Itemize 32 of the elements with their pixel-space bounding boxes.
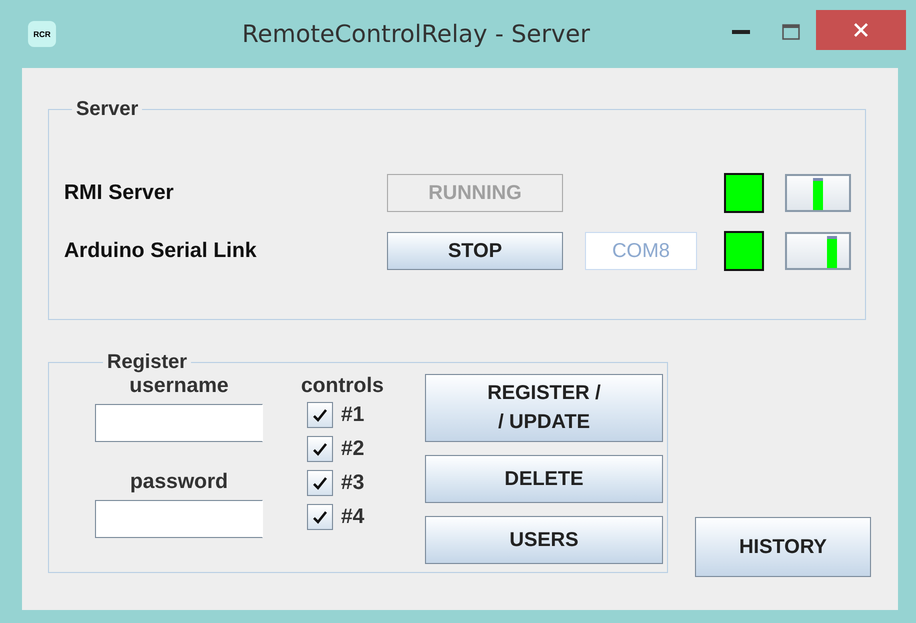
checkbox[interactable] (307, 470, 333, 496)
action-button[interactable]: DELETE (425, 455, 663, 503)
username-field[interactable] (95, 404, 263, 442)
checkbox-label: #3 (341, 471, 364, 495)
checkbox[interactable] (307, 436, 333, 462)
checkbox-label: #2 (341, 437, 364, 461)
close-icon (853, 22, 869, 38)
check-icon (312, 407, 328, 423)
field-label: username (129, 374, 229, 398)
check-icon (312, 441, 328, 457)
history-button[interactable]: HISTORY (695, 517, 871, 577)
row-label: RMI Server (64, 181, 175, 205)
checkbox-label: #1 (341, 403, 364, 427)
stop-button[interactable]: STOP (387, 232, 563, 270)
close-button[interactable] (816, 10, 906, 50)
row-label: Arduino Serial Link (64, 239, 258, 263)
action-button[interactable]: USERS (425, 516, 663, 564)
check-icon (312, 509, 328, 525)
field-label: controls (301, 374, 385, 398)
action-button[interactable]: REGISTER / / UPDATE (425, 374, 663, 442)
minimize-icon (732, 30, 750, 34)
field-label: password (130, 470, 228, 494)
password-field[interactable] (95, 500, 263, 538)
check-icon (312, 475, 328, 491)
window-title: RemoteControlRelay - Server (242, 20, 590, 48)
checkbox-label: #4 (341, 505, 364, 529)
maximize-icon (782, 24, 800, 40)
panel-title: Server (75, 98, 140, 121)
checkbox[interactable] (307, 402, 333, 428)
app-icon: RCR (28, 21, 56, 47)
checkbox[interactable] (307, 504, 333, 530)
panel-title: Register (106, 351, 188, 374)
